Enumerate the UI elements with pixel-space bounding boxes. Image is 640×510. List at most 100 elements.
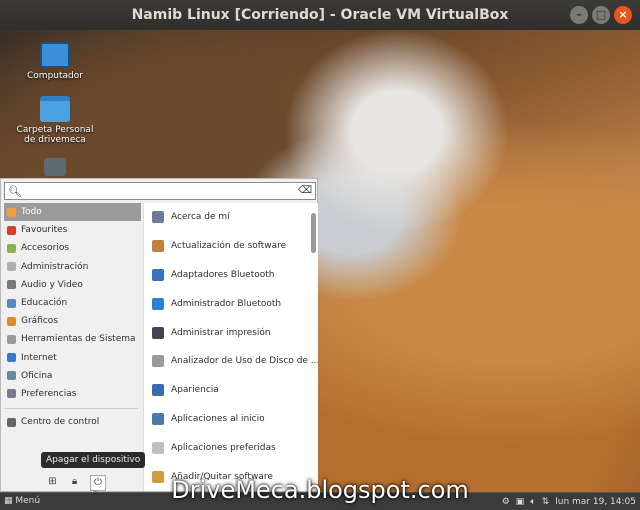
app-label: Aplicaciones al inicio (171, 413, 265, 424)
switch-user-icon[interactable]: ⊞ (46, 475, 59, 488)
category-item[interactable]: Accesorios (4, 239, 141, 257)
category-label: Todo (21, 207, 42, 218)
trash-icon (44, 158, 66, 176)
scrollbar-thumb[interactable] (311, 213, 316, 253)
category-item[interactable]: Preferencias (4, 385, 141, 403)
category-label: Internet (21, 352, 57, 363)
category-label: Preferencias (21, 388, 77, 399)
clock[interactable]: lun mar 19, 14:05 (555, 496, 636, 508)
category-label: Favourites (21, 225, 68, 236)
app-label: Analizador de Uso de Disco de ... (171, 356, 318, 367)
category-icon (7, 243, 16, 253)
app-label: Añadir/Quitar software (171, 471, 273, 482)
category-item[interactable]: Educación (4, 294, 141, 312)
window-titlebar: Namib Linux [Corriendo] - Oracle VM Virt… (0, 0, 640, 30)
maximize-button[interactable]: □ (592, 6, 610, 24)
desktop-icon-trash[interactable] (15, 158, 95, 179)
control-center-label: Centro de control (21, 417, 100, 428)
control-center-item[interactable]: Centro de control (4, 413, 141, 431)
system-tray: ⚙ ▣ 🔈︎ ⇅ lun mar 19, 14:05 (502, 496, 636, 508)
app-icon (152, 240, 164, 253)
scrollbar[interactable] (311, 203, 316, 491)
desktop-icon-home-folder[interactable]: Carpeta Personal de drivemeca (15, 96, 95, 145)
category-icon (7, 316, 16, 326)
category-item[interactable]: Gráficos (4, 312, 141, 330)
app-label: Administrar impresión (171, 327, 271, 338)
close-button[interactable]: × (614, 6, 632, 24)
tooltip: Apagar el dispositivo (41, 452, 146, 468)
category-label: Audio y Video (21, 279, 83, 290)
clear-icon[interactable]: ⌫ (298, 185, 312, 196)
app-icon (152, 470, 164, 483)
app-label: Adaptadores Bluetooth (171, 269, 275, 280)
category-label: Herramientas de Sistema (21, 334, 136, 345)
network-icon[interactable]: ⇅ (542, 496, 550, 508)
category-item[interactable]: Herramientas de Sistema (4, 330, 141, 348)
category-item[interactable]: Todo (4, 203, 141, 222)
search-icon: 🔍︎ (8, 185, 22, 198)
divider (4, 403, 138, 410)
app-item[interactable]: Aplicaciones al inicio (144, 405, 318, 434)
category-list: Todo Favourites Accesorios Administración Au… (4, 203, 141, 431)
category-icon (7, 298, 16, 308)
folder-icon (40, 96, 70, 122)
app-icon (152, 441, 164, 454)
app-label: Acerca de mí (171, 212, 230, 223)
app-label: Administrador Bluetooth (171, 298, 282, 309)
app-label: Actualización de software (171, 241, 287, 252)
app-item[interactable]: Aplicaciones preferidas (144, 433, 318, 462)
app-item[interactable]: Analizador de Uso de Disco de ... (144, 347, 318, 376)
app-item[interactable]: Apariencia (144, 376, 318, 405)
desktop-icon-label: Carpeta Personal de drivemeca (16, 125, 94, 145)
category-item[interactable]: Favourites (4, 221, 141, 239)
taskbar-menu-button[interactable]: ▦ Menú (4, 496, 40, 506)
computer-icon (40, 42, 70, 68)
settings-icon[interactable]: ⚙ (502, 496, 510, 508)
app-icon (152, 355, 164, 368)
app-item[interactable]: Actualización de software (144, 232, 318, 261)
taskbar-menu-label: Menú (15, 496, 41, 506)
window-title: Namib Linux [Corriendo] - Oracle VM Virt… (131, 7, 509, 23)
category-icon (7, 225, 16, 235)
category-item[interactable]: Internet (4, 349, 141, 367)
app-item[interactable]: Administrador Bluetooth (144, 289, 318, 318)
desktop-icon-label: Computador (27, 71, 83, 81)
category-label: Oficina (21, 370, 53, 381)
app-item[interactable]: Acerca de mí (144, 203, 318, 232)
app-icon (152, 268, 164, 281)
volume-icon[interactable]: 🔈︎ (530, 496, 535, 508)
lock-icon[interactable]: 🔒︎ (68, 475, 81, 488)
category-icon (7, 207, 16, 217)
category-icon (7, 371, 16, 381)
app-item[interactable]: Administrar impresión (144, 318, 318, 347)
app-icon (152, 211, 164, 224)
category-icon (7, 280, 16, 290)
app-icon (152, 326, 164, 339)
search-box[interactable]: 🔍︎ ⌫ (4, 182, 316, 200)
app-label: Aplicaciones preferidas (171, 442, 276, 453)
search-input[interactable] (21, 184, 301, 198)
app-item[interactable]: Añadir/Quitar software (144, 462, 318, 491)
category-item[interactable]: Oficina (4, 367, 141, 385)
category-icon (7, 334, 16, 344)
keyboard-icon[interactable]: ▣ (516, 496, 525, 508)
desktop-icon-computer[interactable]: Computador (15, 42, 95, 81)
app-item[interactable]: Adaptadores Bluetooth (144, 261, 318, 290)
category-label: Gráficos (21, 316, 59, 327)
app-list: Acerca de mí Actualización de software Ada… (143, 203, 318, 491)
category-icon (7, 353, 16, 363)
category-icon (7, 389, 16, 399)
app-icon (152, 297, 164, 310)
app-label: Apariencia (171, 385, 219, 396)
app-icon (152, 384, 164, 397)
category-item[interactable]: Administración (4, 258, 141, 276)
taskbar: ▦ Menú ⚙ ▣ 🔈︎ ⇅ lun mar 19, 14:05 (0, 492, 640, 510)
application-menu: 🔍︎ ⌫ Todo Favourites Accesorios Administrac… (0, 178, 318, 492)
control-center-icon (7, 417, 16, 427)
minimize-button[interactable]: – (570, 6, 588, 24)
app-icon (152, 412, 164, 425)
category-item[interactable]: Audio y Video (4, 276, 141, 294)
category-label: Educación (21, 298, 68, 309)
category-label: Accesorios (21, 243, 70, 254)
category-icon (7, 262, 16, 272)
